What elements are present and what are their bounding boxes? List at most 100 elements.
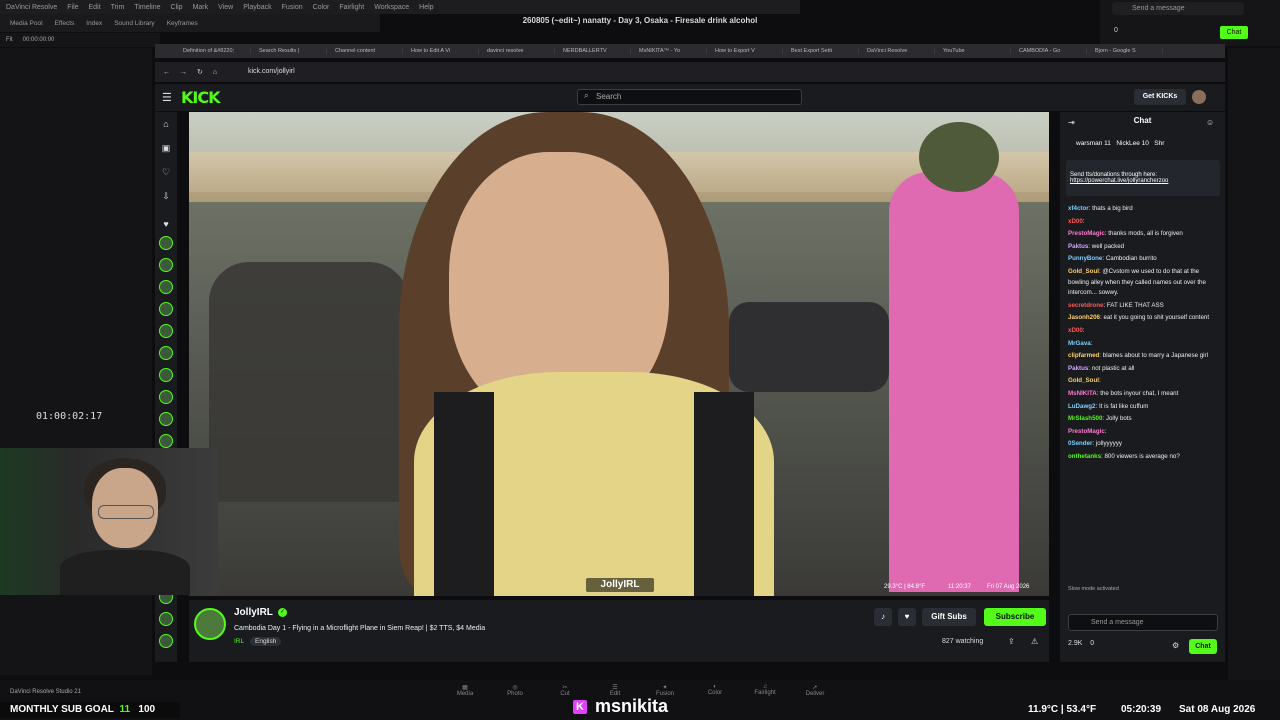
resolve-menu-timeline[interactable]: Timeline xyxy=(134,4,160,11)
chat-username[interactable]: Jasonh206 xyxy=(1068,314,1100,321)
home-nav-icon[interactable]: ⌂ xyxy=(161,119,171,129)
followed-channel-avatar[interactable] xyxy=(159,302,173,316)
page-tab-deliver[interactable]: ➚ Deliver xyxy=(790,684,840,704)
language-tag[interactable]: English xyxy=(250,637,282,646)
followed-channel-avatar[interactable] xyxy=(159,390,173,404)
browser-tab[interactable]: Bjorn - Google S xyxy=(1087,48,1163,54)
followed-channel-avatar[interactable] xyxy=(159,258,173,272)
page-tab-fairlight[interactable]: ♫ Fairlight xyxy=(740,684,790,704)
notification-bell-icon[interactable]: ♪ xyxy=(874,608,892,626)
get-kicks-button[interactable]: Get KICKs xyxy=(1134,89,1186,105)
effects-button[interactable]: Effects xyxy=(55,20,75,27)
chat-username[interactable]: xD00 xyxy=(1068,218,1083,225)
page-tab-media[interactable]: ▦ Media xyxy=(440,684,490,704)
subscribe-button[interactable]: Subscribe xyxy=(984,608,1046,626)
chat-username[interactable]: onthetanks xyxy=(1068,453,1101,460)
browser-tab[interactable]: YouTube xyxy=(935,48,1011,54)
download-nav-icon[interactable]: ⇩ xyxy=(161,191,171,201)
streamer-name[interactable]: JollyIRL xyxy=(234,607,273,618)
gifter-name[interactable]: NickLee 10 xyxy=(1116,140,1149,147)
chat-username[interactable]: Paktus xyxy=(1068,243,1088,250)
forward-arrow-icon[interactable]: → xyxy=(180,69,187,76)
chat-users-icon[interactable]: ☺ xyxy=(1206,118,1214,127)
resolve-menu-color[interactable]: Color xyxy=(313,4,330,11)
gifter-name[interactable]: Shr xyxy=(1154,140,1164,147)
resolve-menu-clip[interactable]: Clip xyxy=(171,4,183,11)
resolve-menu-playback[interactable]: Playback xyxy=(243,4,271,11)
browser-tab[interactable]: Definition of &#8220; xyxy=(175,48,251,54)
resolve-menu-trim[interactable]: Trim xyxy=(111,4,125,11)
user-avatar[interactable] xyxy=(1192,90,1206,104)
chat-username[interactable]: PunnyBone xyxy=(1068,255,1102,262)
search-input[interactable]: Search xyxy=(577,89,802,105)
followed-channel-avatar[interactable] xyxy=(159,280,173,294)
home-icon[interactable]: ⌂ xyxy=(213,69,217,76)
chat-username[interactable]: PrestoMagic xyxy=(1068,428,1105,435)
media-pool-button[interactable]: Media Pool xyxy=(10,20,43,27)
follow-heart-icon[interactable]: ♥ xyxy=(898,608,916,626)
overlay-chat-button[interactable]: Chat xyxy=(1220,26,1248,39)
zoom-fit-dropdown[interactable]: Fit xyxy=(6,37,13,43)
resolve-menu-view[interactable]: View xyxy=(218,4,233,11)
following-nav-icon[interactable]: ♡ xyxy=(161,167,171,177)
chat-username[interactable]: PrestoMagic xyxy=(1068,230,1105,237)
followed-channel-avatar[interactable] xyxy=(159,634,173,648)
browser-tab[interactable]: Search Results | xyxy=(251,48,327,54)
resolve-menu-mark[interactable]: Mark xyxy=(193,4,209,11)
chat-username[interactable]: LuDawg2 xyxy=(1068,403,1096,410)
overlay-send-message-input[interactable]: Send a message xyxy=(1112,2,1244,15)
pinned-link[interactable]: https://powerchat.live/jollyrancherzoo xyxy=(1070,178,1216,184)
streamer-avatar[interactable] xyxy=(194,608,226,640)
sound-library-button[interactable]: Sound Library xyxy=(114,20,154,27)
resolve-menu-fairlight[interactable]: Fairlight xyxy=(339,4,364,11)
chat-username[interactable]: xD00 xyxy=(1068,327,1083,334)
report-icon[interactable]: ⚠ xyxy=(1031,637,1038,646)
browser-tab[interactable]: davinci resolve xyxy=(479,48,555,54)
page-tab-color[interactable]: ◐ Color xyxy=(690,684,740,704)
followed-channel-avatar[interactable] xyxy=(159,612,173,626)
followed-channel-avatar[interactable] xyxy=(159,346,173,360)
followed-channel-avatar[interactable] xyxy=(159,434,173,448)
followed-channel-avatar[interactable] xyxy=(159,324,173,338)
kicks-balance[interactable]: 2.9K xyxy=(1068,640,1082,647)
resolve-menu-app[interactable]: DaVinci Resolve xyxy=(6,4,57,11)
resolve-menu-workspace[interactable]: Workspace xyxy=(374,4,409,11)
resolve-menu-fusion[interactable]: Fusion xyxy=(282,4,303,11)
kick-logo[interactable]: KICK xyxy=(181,88,220,107)
browse-nav-icon[interactable]: ▣ xyxy=(161,143,171,153)
followed-channel-avatar[interactable] xyxy=(159,412,173,426)
chat-username[interactable]: clipfarmed xyxy=(1068,352,1099,359)
back-arrow-icon[interactable]: ← xyxy=(163,69,170,76)
address-bar[interactable]: kick.com/jollyirl xyxy=(248,65,988,79)
followed-channel-avatar[interactable] xyxy=(159,368,173,382)
browser-tab[interactable]: MsNIKITA™ - Yo xyxy=(631,48,707,54)
chat-username[interactable]: MrGava xyxy=(1068,340,1091,347)
chat-username[interactable]: secretdrone xyxy=(1068,302,1103,309)
gifter-name[interactable]: warsman 11 xyxy=(1076,140,1111,147)
chat-username[interactable]: Paktus xyxy=(1068,365,1088,372)
browser-tab[interactable]: DaVinci Resolve xyxy=(859,48,935,54)
chat-username[interactable]: 0Sender xyxy=(1068,440,1092,447)
share-icon[interactable]: ⇪ xyxy=(1008,637,1015,646)
chat-send-button[interactable]: Chat xyxy=(1189,639,1217,654)
browser-tab[interactable]: CAMBODIA - Go xyxy=(1011,48,1087,54)
favorites-nav-icon[interactable]: ♥ xyxy=(161,219,171,229)
reload-icon[interactable]: ↻ xyxy=(197,68,203,76)
chat-username[interactable]: Gold_Soul xyxy=(1068,268,1099,275)
video-player[interactable]: 29.3°C | 84.8°F 11:20:37 Fri 07 Aug 2026 xyxy=(189,112,1049,596)
chat-input[interactable]: Send a message xyxy=(1068,614,1218,631)
browser-tab[interactable]: Channel content xyxy=(327,48,403,54)
page-tab-photo[interactable]: ◎ Photo xyxy=(490,684,540,704)
chat-settings-icon[interactable]: ⚙ xyxy=(1172,641,1179,650)
chat-username[interactable]: MsNIKITA xyxy=(1068,390,1097,397)
browser-tab[interactable]: NERDBALLERTV xyxy=(555,48,631,54)
followed-channel-avatar[interactable] xyxy=(159,236,173,250)
chat-username[interactable]: MrSlash500 xyxy=(1068,415,1102,422)
stream-category[interactable]: IRL xyxy=(234,638,244,645)
points-balance[interactable]: 0 xyxy=(1090,640,1094,647)
gift-subs-button[interactable]: Gift Subs xyxy=(922,608,976,626)
browser-tab[interactable]: How to Export V xyxy=(707,48,783,54)
resolve-menu-file[interactable]: File xyxy=(67,4,78,11)
index-button[interactable]: Index xyxy=(86,20,102,27)
resolve-menu-help[interactable]: Help xyxy=(419,4,433,11)
